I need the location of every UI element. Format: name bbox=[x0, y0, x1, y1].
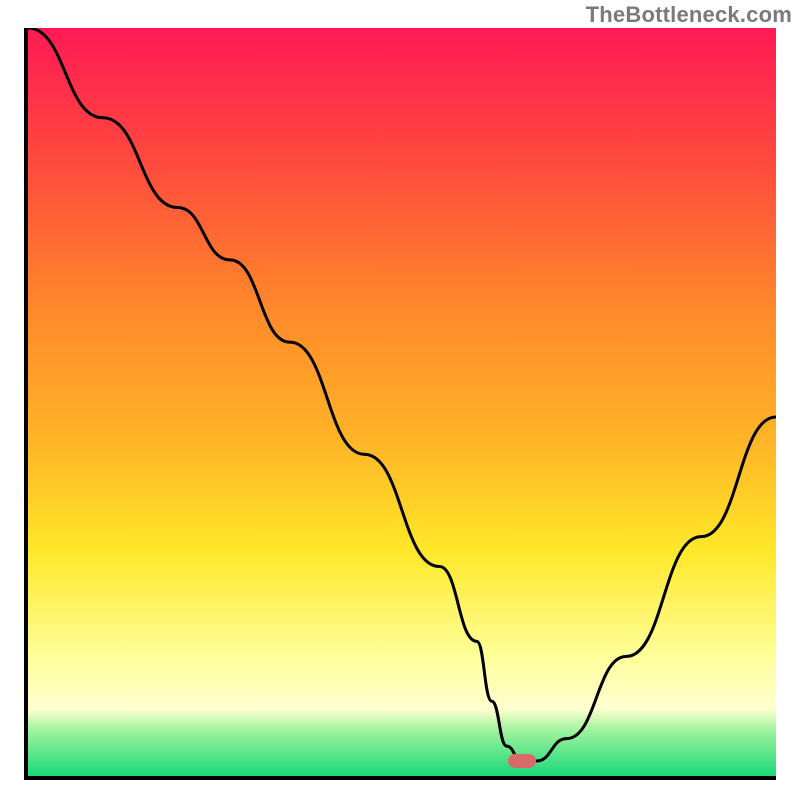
bottleneck-curve bbox=[28, 28, 776, 776]
optimum-marker bbox=[508, 754, 536, 768]
plot-area bbox=[24, 28, 776, 780]
chart-frame: TheBottleneck.com bbox=[0, 0, 800, 800]
watermark-text: TheBottleneck.com bbox=[586, 2, 792, 28]
